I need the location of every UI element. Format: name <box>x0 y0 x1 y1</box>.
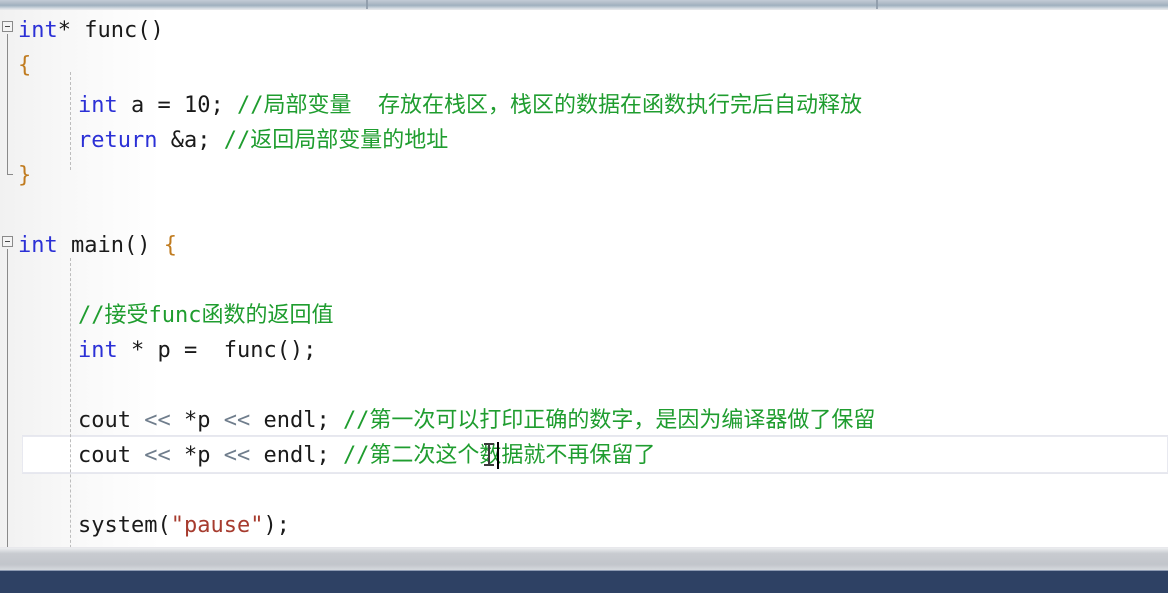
code-line[interactable]: //接受func函数的返回值 <box>0 298 1168 333</box>
code-line[interactable] <box>0 473 1168 508</box>
status-bar <box>0 570 1168 593</box>
code-token: << <box>223 408 251 433</box>
code-line[interactable] <box>0 193 1168 228</box>
code-token: *p <box>170 408 224 433</box>
code-token: * <box>57 18 71 43</box>
code-token: //返回局部变量的地址 <box>223 128 449 153</box>
code-token: //第二次这个数据就不再保留了 <box>342 443 656 468</box>
code-line[interactable]: int * p = func(); <box>0 333 1168 368</box>
code-token: } <box>18 163 32 188</box>
code-token: endl; <box>250 443 343 468</box>
code-token: 10 <box>183 93 211 118</box>
code-token: int <box>18 18 58 43</box>
code-line[interactable]: int a = 10; //局部变量 存放在栈区，栈区的数据在函数执行完后自动释… <box>0 88 1168 123</box>
code-line[interactable]: int* func() <box>0 13 1168 48</box>
code-token: { <box>18 53 32 78</box>
code-token: system( <box>78 513 171 538</box>
code-token: //第一次可以打印正确的数字，是因为编译器做了保留 <box>342 408 876 433</box>
code-token: * p = func(); <box>117 338 317 363</box>
text-caret <box>497 442 499 469</box>
code-token: ; <box>210 93 237 118</box>
code-token: return <box>78 128 158 153</box>
code-token: //接受func函数的返回值 <box>78 303 334 328</box>
code-token: endl; <box>250 408 343 433</box>
horizontal-scrollbar[interactable] <box>0 547 1168 570</box>
code-line[interactable]: system("pause"); <box>0 508 1168 543</box>
code-line[interactable] <box>0 263 1168 298</box>
code-token: { <box>163 233 177 258</box>
toolbar-strip[interactable] <box>0 0 1168 10</box>
code-token: cout <box>78 408 145 433</box>
code-token: main() <box>57 233 164 258</box>
code-text-layer[interactable]: int* func(){int a = 10; //局部变量 存放在栈区，栈区的… <box>0 10 1168 547</box>
code-token: ); <box>263 513 290 538</box>
code-token: << <box>144 408 171 433</box>
code-line[interactable]: } <box>0 158 1168 193</box>
code-token: //局部变量 存放在栈区，栈区的数据在函数执行完后自动释放 <box>236 93 862 118</box>
code-token: &a; <box>157 128 224 153</box>
code-token: a = <box>117 93 184 118</box>
code-token: << <box>144 443 171 468</box>
editor-surface[interactable]: int* func(){int a = 10; //局部变量 存放在栈区，栈区的… <box>0 10 1168 547</box>
code-line[interactable]: cout << *p << endl; //第二次这个数据就不再保留了 <box>0 438 1168 473</box>
code-token: int <box>18 233 58 258</box>
toolbar-separator-2 <box>876 0 878 9</box>
code-token: "pause" <box>170 513 264 538</box>
code-line[interactable]: return &a; //返回局部变量的地址 <box>0 123 1168 158</box>
code-token: int <box>78 338 118 363</box>
code-token: << <box>223 443 251 468</box>
code-token: () <box>137 18 164 43</box>
toolbar-separator-1 <box>366 0 368 9</box>
code-editor-window: int* func(){int a = 10; //局部变量 存放在栈区，栈区的… <box>0 0 1168 593</box>
code-line[interactable]: { <box>0 48 1168 83</box>
code-line[interactable]: int main() { <box>0 228 1168 263</box>
code-token: int <box>78 93 118 118</box>
code-token: func <box>84 18 138 43</box>
code-token: cout <box>78 443 145 468</box>
code-token: *p <box>170 443 224 468</box>
code-line[interactable] <box>0 368 1168 403</box>
code-line[interactable]: cout << *p << endl; //第一次可以打印正确的数字，是因为编译… <box>0 403 1168 438</box>
